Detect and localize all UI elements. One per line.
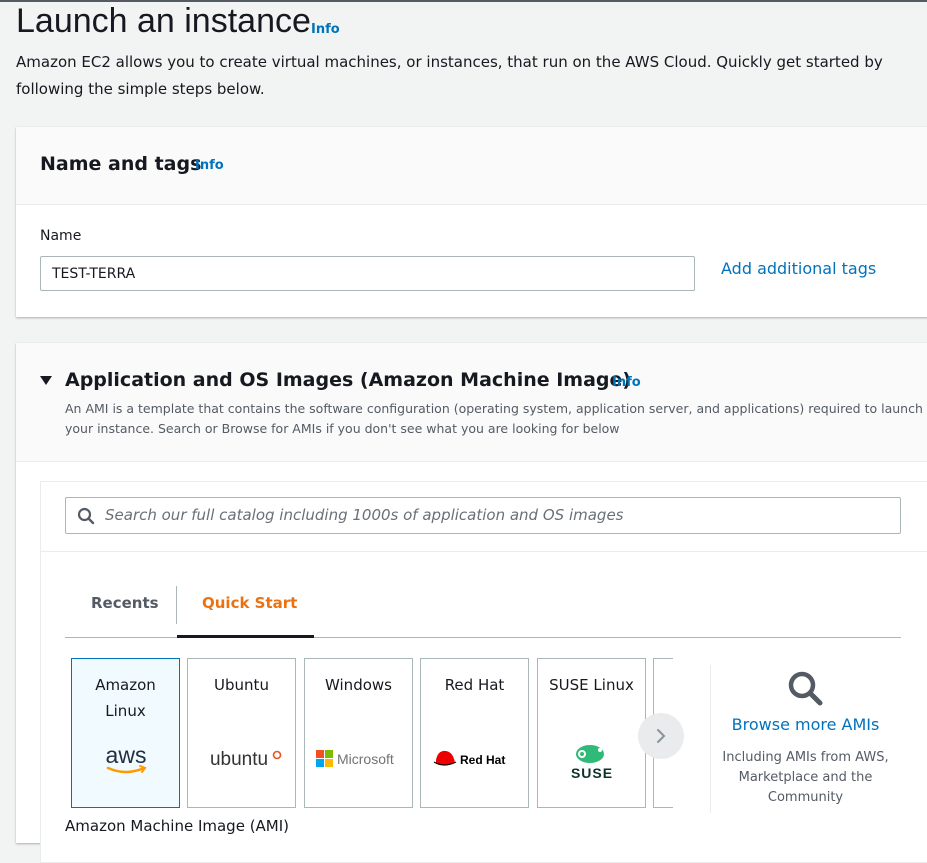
name-and-tags-header: Name and tags Info (16, 127, 927, 205)
ami-card-label: Windows (325, 676, 392, 694)
divider (41, 551, 927, 552)
page-info-link[interactable]: Info (311, 22, 340, 37)
tab-divider (176, 586, 177, 624)
ami-card-suse-linux[interactable]: SUSE Linux SUSE (537, 658, 646, 808)
ami-card-red-hat[interactable]: Red Hat Red Hat (420, 658, 529, 808)
chevron-right-icon (657, 729, 666, 743)
collapse-caret-icon[interactable] (40, 376, 52, 385)
browse-more-amis-link[interactable]: Browse more AMIs (710, 715, 901, 734)
redhat-logo-icon: Red Hat (421, 739, 528, 779)
ami-info-link[interactable]: Info (612, 375, 641, 390)
ami-section-title: Application and OS Images (Amazon Machin… (65, 369, 632, 391)
browse-more-amis-description: Including AMIs from AWS, Marketplace and… (722, 750, 889, 805)
ami-card-amazon-linux[interactable]: Amazon Linux aws (71, 658, 180, 808)
ami-card-label: Amazon Linux (95, 676, 156, 720)
microsoft-logo-text: Microsoft (337, 751, 394, 767)
add-additional-tags-link[interactable]: Add additional tags (721, 259, 876, 278)
tab-recents[interactable]: Recents (91, 594, 159, 612)
tab-quick-start[interactable]: Quick Start (202, 594, 297, 612)
ami-field-label: Amazon Machine Image (AMI) (65, 817, 290, 835)
search-icon (77, 507, 95, 525)
microsoft-logo-icon: Microsoft (305, 739, 412, 779)
ami-search-input[interactable]: Search our full catalog including 1000s … (65, 497, 901, 534)
page-description: Amazon EC2 allows you to create virtual … (16, 53, 883, 98)
aws-logo-icon: aws (72, 739, 179, 779)
ami-panel: Application and OS Images (Amazon Machin… (16, 343, 927, 863)
ami-selector: Search our full catalog including 1000s … (40, 481, 927, 863)
ami-quick-start-list: Amazon Linux aws Ubuntu ubuntu Windows M… (71, 658, 673, 810)
ubuntu-logo-icon: ubuntu (188, 739, 295, 779)
name-and-tags-title: Name and tags (40, 153, 202, 175)
search-icon (788, 671, 823, 706)
redhat-logo-text: Red Hat (460, 753, 505, 767)
suse-logo-icon: SUSE (538, 741, 645, 781)
next-arrow-button[interactable] (638, 713, 684, 759)
ami-card-label: SUSE Linux (549, 676, 634, 694)
name-input[interactable]: TEST-TERRA (40, 256, 695, 291)
aws-logo-text: aws (105, 742, 146, 768)
ami-card-label: Ubuntu (214, 676, 269, 694)
ami-header: Application and OS Images (Amazon Machin… (16, 343, 927, 462)
suse-logo-text: SUSE (570, 765, 612, 781)
name-and-tags-panel: Name and tags Info Name TEST-TERRA Add a… (16, 127, 927, 317)
active-tab-indicator (177, 635, 314, 638)
search-placeholder: Search our full catalog including 1000s … (105, 506, 624, 524)
page-title: Launch an instance (16, 2, 311, 40)
ami-card-windows[interactable]: Windows Microsoft (304, 658, 413, 808)
ubuntu-logo-text: ubuntu (209, 749, 267, 770)
ami-card-label: Red Hat (444, 676, 505, 694)
ami-card-ubuntu[interactable]: Ubuntu ubuntu (187, 658, 296, 808)
name-field-label: Name (40, 228, 82, 244)
name-and-tags-info-link[interactable]: Info (195, 158, 224, 173)
ami-description: An AMI is a template that contains the s… (65, 401, 923, 436)
